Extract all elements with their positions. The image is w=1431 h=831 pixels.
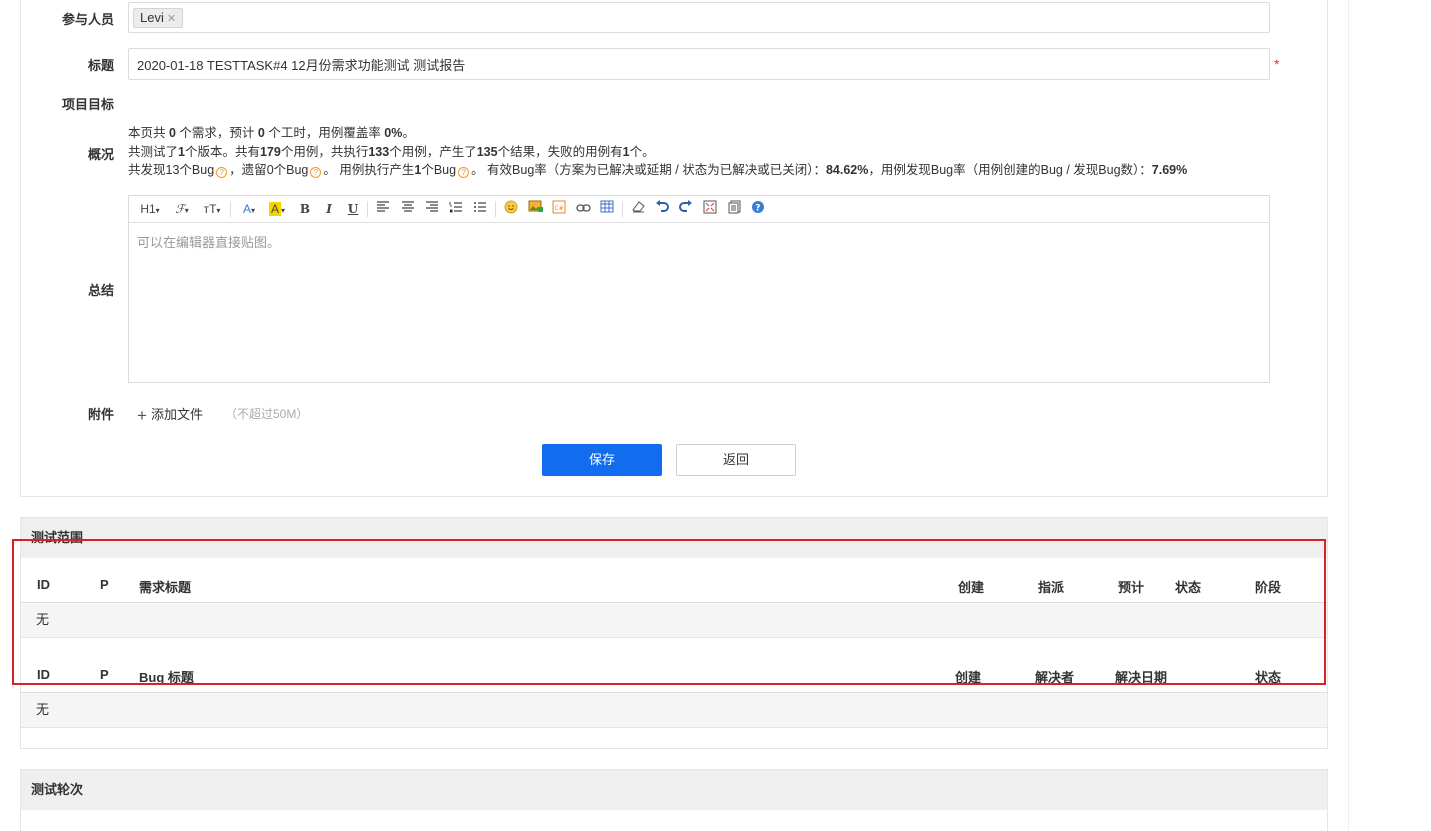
highlight-annotation-box: [12, 539, 1326, 685]
font-color-button[interactable]: A▾: [239, 200, 259, 218]
ov-text: 个Bug: [421, 163, 457, 177]
test-rounds-panel: 测试轮次: [20, 769, 1328, 831]
summary-label: 总结: [87, 283, 114, 298]
image-icon[interactable]: [527, 200, 543, 218]
ov-text: 个工时，用例覆盖率: [264, 126, 385, 140]
ov-text: 共发现: [128, 163, 166, 177]
goal-label: 项目目标: [61, 97, 114, 112]
template-icon[interactable]: [726, 200, 742, 218]
ov-value: 0: [266, 163, 274, 177]
right-divider: [1348, 0, 1349, 831]
ov-value: 84.62%: [825, 163, 869, 177]
ov-value: 179: [259, 144, 281, 159]
ov-text: 本页共: [128, 126, 169, 140]
help-icon[interactable]: ?: [458, 167, 470, 178]
font-size-glyph: тT: [203, 202, 217, 216]
member-chip: Levi ✕: [133, 8, 184, 28]
ov-value: 0: [257, 126, 265, 140]
editor-content[interactable]: 可以在编辑器直接贴图。: [129, 223, 1269, 260]
toolbar-separator: [622, 201, 623, 217]
ov-value: 133: [368, 144, 390, 159]
editor-toolbar: H1▾ ℱ▾ тT▾ A▾ A ▾ B I U C# ?: [129, 196, 1269, 223]
ov-text: 个Bug: [273, 163, 309, 177]
heading-glyph: H1: [140, 202, 156, 216]
title-input[interactable]: [128, 48, 1270, 80]
redo-icon[interactable]: [678, 200, 694, 218]
ov-value: 13: [165, 163, 180, 177]
ov-text: 个需求，预计: [175, 126, 258, 140]
help-icon[interactable]: ?: [310, 167, 322, 178]
code-icon[interactable]: C#: [551, 200, 567, 218]
attach-size-hint: （不超过50M）: [225, 407, 309, 421]
ov-text: ，遗留: [229, 163, 267, 177]
font-size-button[interactable]: тT▾: [200, 200, 224, 218]
back-color-button[interactable]: A ▾: [266, 200, 288, 218]
bold-button[interactable]: B: [298, 200, 312, 218]
fullscreen-icon[interactable]: [702, 200, 718, 218]
align-left-icon[interactable]: [375, 200, 391, 218]
ov-value: 135: [476, 144, 498, 159]
font-color-glyph: A: [242, 202, 251, 216]
ov-text: 。 用例执行产生: [323, 163, 415, 177]
ov-text: 个Bug: [179, 163, 215, 177]
link-icon[interactable]: [575, 200, 591, 218]
add-file-button[interactable]: + 添加文件: [137, 404, 203, 426]
ov-value: 0: [168, 126, 176, 140]
ov-text: 共测试了: [128, 144, 179, 159]
toolbar-separator: [367, 201, 368, 217]
align-center-icon[interactable]: [400, 200, 416, 218]
back-color-glyph: A: [268, 202, 281, 216]
overview-line-2: 共测试了1个版本。共有179个用例，共执行133个用例，产生了135个结果，失败…: [128, 143, 1187, 162]
editor-placeholder: 可以在编辑器直接贴图。: [137, 235, 281, 250]
toolbar-separator: [230, 201, 231, 217]
font-family-button[interactable]: ℱ▾: [171, 200, 193, 218]
members-label: 参与人员: [61, 12, 114, 27]
ov-value: 1: [178, 144, 185, 159]
member-chip-name: Levi: [140, 10, 164, 25]
svg-text:C#: C#: [555, 205, 564, 212]
ov-text: 。: [402, 126, 415, 140]
undo-icon[interactable]: [654, 200, 670, 218]
remove-member-icon[interactable]: ✕: [167, 13, 176, 25]
required-mark: *: [1274, 56, 1280, 72]
ov-text: ，用例发现Bug率（用例创建的Bug / 发现Bug数）：: [868, 163, 1152, 177]
align-right-icon[interactable]: [424, 200, 440, 218]
table-icon[interactable]: [599, 200, 615, 218]
title-label: 标题: [87, 58, 114, 73]
italic-button[interactable]: I: [322, 200, 336, 218]
add-file-label: 添加文件: [150, 407, 203, 422]
overview-text: 本页共 0 个需求，预计 0 个工时，用例覆盖率 0%。 共测试了1个版本。共有…: [128, 124, 1187, 180]
help-icon[interactable]: ?: [216, 167, 228, 178]
overview-line-3: 共发现13个Bug? ，遗留0个Bug?。 用例执行产生1个Bug?。 有效Bug…: [128, 161, 1187, 180]
test-rounds-title: 测试轮次: [21, 770, 1327, 810]
ov-text: 。 有效Bug率（方案为已解决或延期 / 状态为已解决或已关闭）：: [471, 163, 826, 177]
overview-label: 概况: [87, 147, 114, 162]
ov-text: 个。: [629, 144, 655, 159]
ov-text: 个结果，失败的用例有: [497, 144, 623, 159]
bug-empty-row: 无: [21, 693, 1327, 728]
members-picker[interactable]: Levi ✕: [128, 2, 1270, 33]
svg-text:?: ?: [755, 204, 760, 214]
summary-editor: H1▾ ℱ▾ тT▾ A▾ A ▾ B I U C# ? 可以在编辑器直接贴图。: [128, 195, 1270, 383]
ov-value: 1: [622, 144, 630, 159]
ov-value: 0%: [384, 126, 403, 140]
heading-button[interactable]: H1▾: [137, 200, 163, 218]
back-button[interactable]: 返回: [676, 444, 796, 476]
emoticon-icon[interactable]: [503, 200, 519, 218]
save-button[interactable]: 保存: [542, 444, 662, 476]
ov-value: 7.69%: [1151, 163, 1188, 177]
overview-line-1: 本页共 0 个需求，预计 0 个工时，用例覆盖率 0%。: [128, 124, 1187, 143]
font-family-glyph: ℱ: [175, 202, 185, 216]
eraser-icon[interactable]: [630, 200, 646, 218]
plus-icon: +: [137, 406, 147, 425]
ov-text: 个用例，共执行: [280, 144, 369, 159]
ov-text: 个版本。共有: [184, 144, 260, 159]
underline-button[interactable]: U: [346, 200, 360, 218]
help-icon[interactable]: ?: [750, 200, 766, 218]
unordered-list-icon[interactable]: [472, 200, 488, 218]
ov-text: 个用例，产生了: [389, 144, 477, 159]
attach-label: 附件: [87, 407, 114, 422]
toolbar-separator: [495, 201, 496, 217]
ordered-list-icon[interactable]: [448, 200, 464, 218]
